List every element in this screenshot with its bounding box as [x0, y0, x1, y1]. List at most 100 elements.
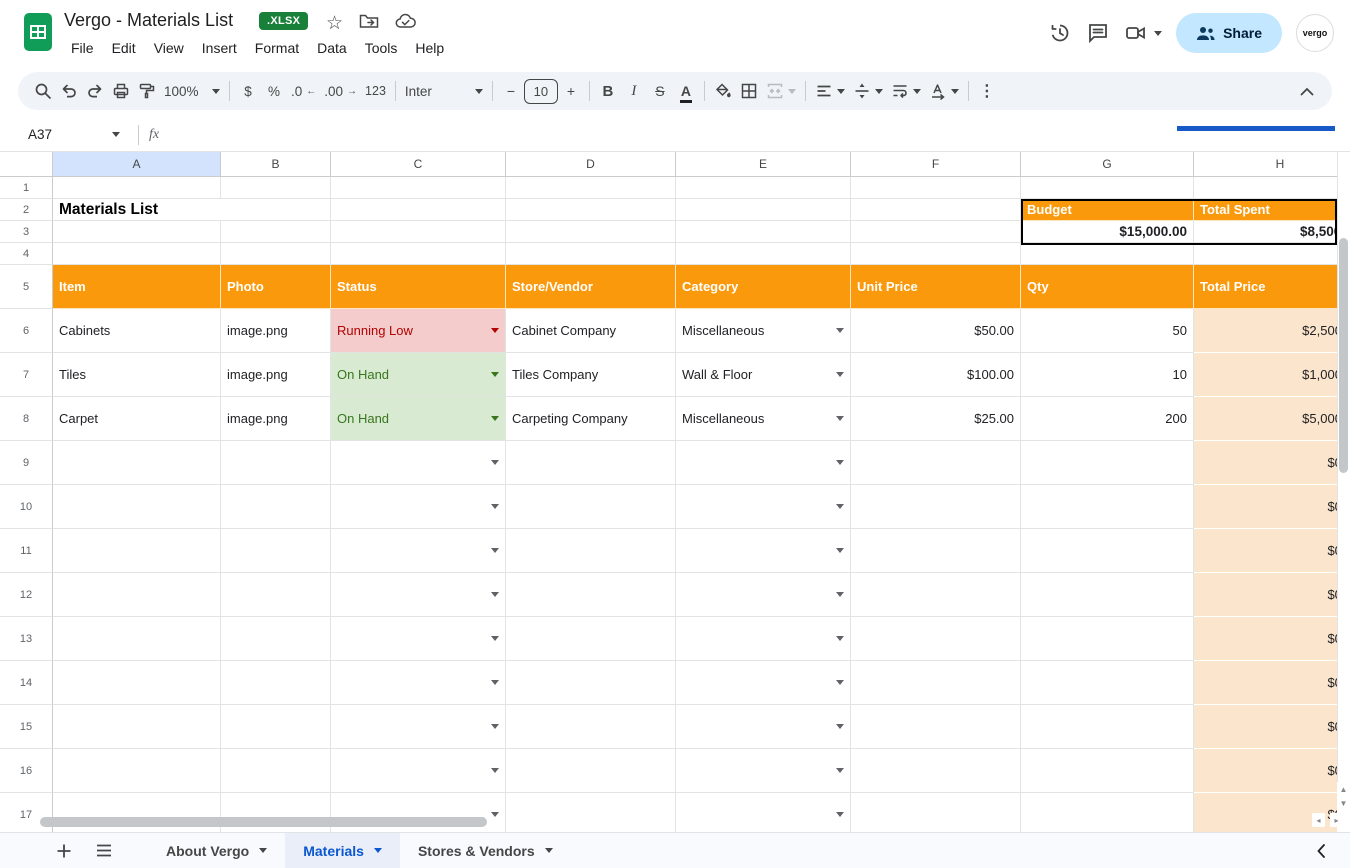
dropdown-icon[interactable]	[836, 768, 844, 773]
cell-F13[interactable]	[851, 617, 1021, 661]
column-header-G[interactable]: G	[1021, 152, 1194, 177]
name-box[interactable]: A37	[28, 127, 128, 142]
row-header-16[interactable]: 16	[0, 749, 53, 793]
row-header-1[interactable]: 1	[0, 177, 53, 199]
cell-H4[interactable]	[1194, 243, 1337, 265]
sheet-tab-materials[interactable]: Materials	[285, 833, 400, 868]
cell-C4[interactable]	[331, 243, 506, 265]
cell-item-6[interactable]: Cabinets	[53, 309, 221, 353]
print-icon[interactable]	[108, 77, 134, 105]
cell-F17[interactable]	[851, 793, 1021, 832]
add-sheet-icon[interactable]	[44, 833, 84, 868]
cell-G13[interactable]	[1021, 617, 1194, 661]
undo-icon[interactable]	[56, 77, 82, 105]
dropdown-icon[interactable]	[836, 504, 844, 509]
cell-D13[interactable]	[506, 617, 676, 661]
column-header-E[interactable]: E	[676, 152, 851, 177]
menu-file[interactable]: File	[62, 37, 103, 59]
sheet-tab-stores-vendors[interactable]: Stores & Vendors	[400, 833, 571, 868]
dropdown-icon[interactable]	[836, 592, 844, 597]
menu-view[interactable]: View	[145, 37, 193, 59]
cell-F4[interactable]	[851, 243, 1021, 265]
cell-status-6[interactable]: Running Low	[331, 309, 506, 353]
tab-menu-icon[interactable]	[374, 848, 382, 853]
cell-A10[interactable]	[53, 485, 221, 529]
cell-status-15[interactable]	[331, 705, 506, 749]
cell-A11[interactable]	[53, 529, 221, 573]
dropdown-icon[interactable]	[836, 416, 844, 421]
dropdown-icon[interactable]	[491, 592, 499, 597]
dropdown-icon[interactable]	[836, 460, 844, 465]
cell-B2[interactable]	[221, 199, 331, 221]
cell-G16[interactable]	[1021, 749, 1194, 793]
dropdown-icon[interactable]	[491, 768, 499, 773]
cell-E4[interactable]	[676, 243, 851, 265]
cell-B13[interactable]	[221, 617, 331, 661]
table-header-status[interactable]: Status	[331, 265, 506, 309]
cell-A14[interactable]	[53, 661, 221, 705]
select-all-corner[interactable]	[0, 152, 53, 177]
cell-F10[interactable]	[851, 485, 1021, 529]
dropdown-icon[interactable]	[836, 328, 844, 333]
cell-F14[interactable]	[851, 661, 1021, 705]
cell-item-8[interactable]: Carpet	[53, 397, 221, 441]
dropdown-icon[interactable]	[491, 636, 499, 641]
video-call-icon[interactable]	[1124, 21, 1162, 45]
table-header-photo[interactable]: Photo	[221, 265, 331, 309]
italic-button[interactable]: I	[621, 77, 647, 105]
video-dropdown-icon[interactable]	[1154, 31, 1162, 36]
dropdown-icon[interactable]	[836, 548, 844, 553]
cell-B1[interactable]	[221, 177, 331, 199]
cell-F15[interactable]	[851, 705, 1021, 749]
table-header-qty[interactable]: Qty	[1021, 265, 1194, 309]
cell-total-12[interactable]: $0.00	[1194, 573, 1337, 617]
cell-A15[interactable]	[53, 705, 221, 749]
cell-status-12[interactable]	[331, 573, 506, 617]
cloud-saved-icon[interactable]	[395, 13, 417, 34]
format-percent-button[interactable]: %	[261, 77, 287, 105]
cell-B3[interactable]	[221, 221, 331, 243]
scroll-down-icon[interactable]: ▼	[1337, 796, 1350, 810]
cell-category-15[interactable]	[676, 705, 851, 749]
table-header-store-vendor[interactable]: Store/Vendor	[506, 265, 676, 309]
cell-A13[interactable]	[53, 617, 221, 661]
cell-F2[interactable]	[851, 199, 1021, 221]
cell-A3[interactable]	[53, 221, 221, 243]
total-spent-value-cell[interactable]: $8,500.00	[1194, 221, 1337, 243]
cell-unit-price-7[interactable]: $100.00	[851, 353, 1021, 397]
row-header-9[interactable]: 9	[0, 441, 53, 485]
sheets-logo-icon[interactable]	[24, 13, 52, 51]
cell-category-6[interactable]: Miscellaneous	[676, 309, 851, 353]
horizontal-scrollbar-thumb[interactable]	[40, 817, 487, 827]
cell-item-7[interactable]: Tiles	[53, 353, 221, 397]
star-icon[interactable]: ☆	[326, 12, 343, 35]
table-header-item[interactable]: Item	[53, 265, 221, 309]
sheet-tab-about-vergo[interactable]: About Vergo	[148, 833, 285, 868]
cell-category-7[interactable]: Wall & Floor	[676, 353, 851, 397]
cell-category-9[interactable]	[676, 441, 851, 485]
cell-G11[interactable]	[1021, 529, 1194, 573]
cell-category-8[interactable]: Miscellaneous	[676, 397, 851, 441]
row-header-6[interactable]: 6	[0, 309, 53, 353]
cell-qty-7[interactable]: 10	[1021, 353, 1194, 397]
cell-C1[interactable]	[331, 177, 506, 199]
row-header-3[interactable]: 3	[0, 221, 53, 243]
zoom-select[interactable]: 100%	[160, 77, 224, 105]
decrease-font-size-button[interactable]: −	[498, 77, 524, 105]
cell-vendor-7[interactable]: Tiles Company	[506, 353, 676, 397]
cell-G15[interactable]	[1021, 705, 1194, 749]
cell-B11[interactable]	[221, 529, 331, 573]
cell-category-13[interactable]	[676, 617, 851, 661]
more-toolbar-icon[interactable]: ⋮	[974, 77, 1000, 105]
share-button[interactable]: Share	[1176, 13, 1282, 53]
dropdown-icon[interactable]	[491, 328, 499, 333]
text-wrap-icon[interactable]	[887, 77, 925, 105]
scroll-right-icon[interactable]: ▸	[1330, 813, 1343, 827]
cell-category-14[interactable]	[676, 661, 851, 705]
cell-status-14[interactable]	[331, 661, 506, 705]
cell-D15[interactable]	[506, 705, 676, 749]
table-header-category[interactable]: Category	[676, 265, 851, 309]
dropdown-icon[interactable]	[836, 680, 844, 685]
cell-D2[interactable]	[506, 199, 676, 221]
cell-D16[interactable]	[506, 749, 676, 793]
